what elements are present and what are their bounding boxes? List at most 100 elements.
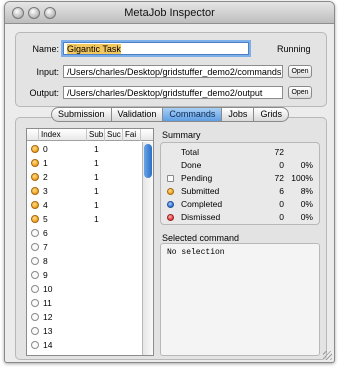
summary-count: 6 xyxy=(279,186,284,196)
table-row[interactable]: 11 xyxy=(27,296,142,310)
table-row[interactable]: 6 xyxy=(27,226,142,240)
table-row[interactable]: 21 xyxy=(27,170,142,184)
name-field[interactable]: Gigantic Task xyxy=(63,42,249,55)
selected-command-title: Selected command xyxy=(162,233,240,243)
row-index: 12 xyxy=(43,312,53,322)
row-sub-count: 1 xyxy=(94,200,99,210)
row-index: 14 xyxy=(43,340,53,350)
summary-count: 0 xyxy=(279,212,284,222)
summary-row: Dismissed 0 0% xyxy=(161,212,321,224)
selected-command-box: No selection xyxy=(160,243,320,356)
table-row[interactable]: 14 xyxy=(27,338,142,352)
row-sub-count: 1 xyxy=(94,172,99,182)
summary-percent: 0% xyxy=(300,160,313,170)
row-sub-count: 1 xyxy=(94,144,99,154)
summary-row: Pending 72 100% xyxy=(161,173,321,185)
summary-label: Pending xyxy=(181,173,213,183)
row-index: 13 xyxy=(43,326,53,336)
row-index: 5 xyxy=(43,214,48,224)
pending-status-icon xyxy=(31,341,39,349)
suc-column-header[interactable]: Suc xyxy=(105,129,123,141)
row-index: 1 xyxy=(43,158,48,168)
summary-row: Total 72 xyxy=(161,147,321,159)
name-label: Name: xyxy=(32,44,59,54)
selected-command-text: No selection xyxy=(167,248,225,257)
summary-percent: 0% xyxy=(300,199,313,209)
submitted-status-icon xyxy=(31,145,39,153)
open-input-button[interactable]: Open xyxy=(288,65,312,78)
table-row[interactable]: 01 xyxy=(27,142,142,156)
open-output-button[interactable]: Open xyxy=(288,86,312,99)
row-sub-count: 1 xyxy=(94,158,99,168)
table-row[interactable]: 9 xyxy=(27,268,142,282)
sub-column-header[interactable]: Sub xyxy=(87,129,105,141)
table-row[interactable]: 31 xyxy=(27,184,142,198)
submitted-status-icon xyxy=(31,159,39,167)
table-row[interactable]: 11 xyxy=(27,156,142,170)
pending-status-icon xyxy=(31,327,39,335)
table-row[interactable]: 7 xyxy=(27,240,142,254)
table-row[interactable]: 12 xyxy=(27,310,142,324)
summary-label: Dismissed xyxy=(181,212,221,222)
output-label: Output: xyxy=(29,88,59,98)
dismissed-status-icon xyxy=(167,214,174,221)
pending-status-icon xyxy=(31,313,39,321)
pending-status-icon xyxy=(31,243,39,251)
tab-commands[interactable]: Commands xyxy=(163,107,223,122)
tab-jobs[interactable]: Jobs xyxy=(222,107,255,122)
row-index: 2 xyxy=(43,172,48,182)
state-column-header[interactable] xyxy=(27,129,39,141)
summary-label: Completed xyxy=(181,199,223,209)
row-index: 0 xyxy=(43,144,48,154)
summary-title: Summary xyxy=(162,130,201,140)
name-value: Gigantic Task xyxy=(67,44,121,54)
table-rows: 0 1 1 1 2 1 3 1 4 1 5 1 6 7 8 9 10 11 12 13 14 xyxy=(27,142,142,352)
pending-status-icon xyxy=(31,271,39,279)
row-index: 8 xyxy=(43,256,48,266)
summary-row: Done 0 0% xyxy=(161,160,321,172)
summary-percent: 8% xyxy=(300,186,313,196)
tab-submission[interactable]: Submission xyxy=(51,107,112,122)
tab-validation[interactable]: Validation xyxy=(111,107,164,122)
summary-label: Total xyxy=(181,147,199,157)
summary-label: Submitted xyxy=(181,186,220,196)
summary-label: Done xyxy=(181,160,202,170)
input-path-field[interactable]: /Users/charles/Desktop/gridstuffer_demo2… xyxy=(63,65,283,78)
summary-box: Total 72 Done 0 0% Pending 72 100% Submitted 6 8% C… xyxy=(160,142,320,225)
table-row[interactable]: 13 xyxy=(27,324,142,338)
summary-row: Submitted 6 8% xyxy=(161,186,321,198)
table-header: Index Sub Suc Fai xyxy=(27,129,153,141)
row-index: 9 xyxy=(43,270,48,280)
tab-grids[interactable]: Grids xyxy=(254,107,289,122)
row-sub-count: 1 xyxy=(94,186,99,196)
table-row[interactable]: 10 xyxy=(27,282,142,296)
summary-row: Completed 0 0% xyxy=(161,199,321,211)
input-label: Input: xyxy=(36,67,59,77)
index-column-header[interactable]: Index xyxy=(39,129,87,141)
table-row[interactable]: 51 xyxy=(27,212,142,226)
table-row[interactable]: 41 xyxy=(27,198,142,212)
resize-grip-icon[interactable] xyxy=(323,351,332,360)
summary-count: 0 xyxy=(279,160,284,170)
pending-status-icon xyxy=(31,257,39,265)
fai-column-header[interactable]: Fai xyxy=(123,129,141,141)
inspector-window: MetaJob Inspector Name: Gigantic Task Ru… xyxy=(4,1,335,363)
submitted-status-icon xyxy=(31,215,39,223)
table-row[interactable]: 8 xyxy=(27,254,142,268)
submitted-status-icon xyxy=(31,187,39,195)
row-index: 10 xyxy=(43,284,53,294)
pending-status-icon xyxy=(167,175,174,182)
output-path-field[interactable]: /Users/charles/Desktop/gridstuffer_demo2… xyxy=(63,86,283,99)
row-index: 4 xyxy=(43,200,48,210)
row-index: 6 xyxy=(43,228,48,238)
commands-table[interactable]: Index Sub Suc Fai 0 1 1 1 2 1 3 1 4 1 5 1 6 7 8 9 10 11 12… xyxy=(26,128,154,356)
table-scrollbar[interactable] xyxy=(142,142,153,355)
scrollbar-thumb[interactable] xyxy=(144,144,152,178)
completed-status-icon xyxy=(167,201,174,208)
title-bar: MetaJob Inspector xyxy=(5,2,334,24)
pending-status-icon xyxy=(31,299,39,307)
row-sub-count: 1 xyxy=(94,214,99,224)
summary-count: 72 xyxy=(274,173,284,183)
summary-count: 0 xyxy=(279,199,284,209)
row-index: 3 xyxy=(43,186,48,196)
